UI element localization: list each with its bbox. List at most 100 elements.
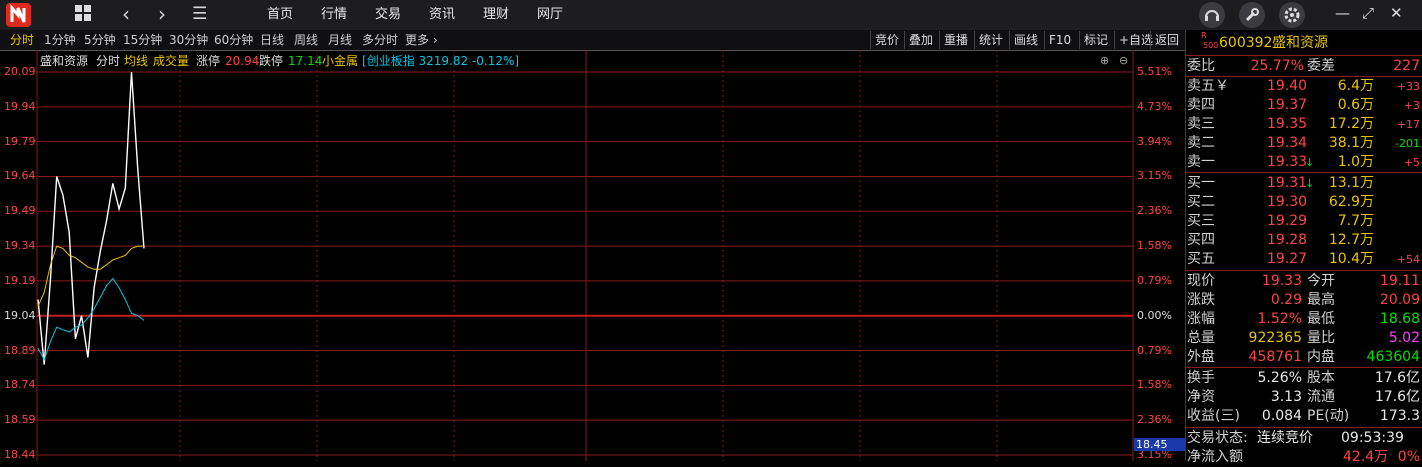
- nav-news[interactable]: 资讯: [429, 0, 455, 30]
- y-tick-label: 18.74: [4, 378, 36, 392]
- period-tab-fenshi[interactable]: 分时: [10, 30, 34, 50]
- level-price: 19.34: [1267, 135, 1308, 151]
- stat-value: 1.52%: [1257, 311, 1302, 327]
- divider: [1186, 270, 1422, 271]
- stat-label: 量比: [1307, 330, 1335, 346]
- period-tab-60min[interactable]: 60分钟: [214, 30, 253, 50]
- bid-row-1[interactable]: 买一 19.31 ↓ 13.1万: [1187, 174, 1422, 193]
- level-change: +3: [1403, 99, 1420, 112]
- nav-market[interactable]: 行情: [321, 0, 347, 30]
- app-logo: [6, 3, 31, 27]
- maximize-icon[interactable]: ⤢: [1362, 3, 1374, 23]
- avg-line-label: 均线: [124, 54, 149, 68]
- bid-row-2[interactable]: 买二 19.30 62.9万: [1187, 193, 1422, 212]
- period-tab-day[interactable]: 日线: [260, 30, 284, 50]
- level-price: 19.31: [1267, 175, 1308, 191]
- period-tab-more[interactable]: 更多 ›: [405, 30, 438, 50]
- stat-label: 涨幅: [1187, 311, 1215, 327]
- level-price: 19.29: [1267, 213, 1308, 229]
- intraday-chart[interactable]: [0, 50, 1185, 461]
- btn-auction[interactable]: 竞价: [870, 31, 903, 49]
- period-tab-15min[interactable]: 15分钟: [123, 30, 162, 50]
- level-price: 19.37: [1267, 97, 1308, 113]
- weicha-label: 委差: [1307, 58, 1335, 74]
- nav-hall[interactable]: 网厅: [537, 0, 563, 30]
- btn-replay[interactable]: 重播: [939, 31, 972, 49]
- period-tab-multi[interactable]: 多分时: [362, 30, 398, 50]
- period-tab-month[interactable]: 月线: [328, 30, 352, 50]
- stat-value: 0.29: [1270, 292, 1302, 308]
- stat-label: 流通: [1307, 389, 1335, 405]
- ask-row-3[interactable]: 卖三 19.35 17.2万 +17: [1187, 115, 1422, 134]
- forward-icon[interactable]: ›: [158, 4, 166, 24]
- pct-tick-label: 0.79%: [1137, 273, 1172, 287]
- btn-draw[interactable]: 画线: [1009, 31, 1042, 49]
- level-label: 卖二: [1187, 135, 1215, 151]
- top-bar: ‹ › ☰ 首页 行情 交易 资讯 理财 网厅 — ⤢ ✕: [0, 0, 1422, 30]
- zoom-out-icon[interactable]: ⊖: [1119, 52, 1128, 70]
- index-overlay-text: 创业板指 3219.82 -0.12%]: [366, 54, 520, 68]
- level-price: 19.27: [1267, 251, 1308, 267]
- nav-finance[interactable]: 理财: [483, 0, 509, 30]
- stat-value: 5.02: [1388, 330, 1420, 346]
- headset-icon[interactable]: [1199, 2, 1225, 28]
- level-price: 19.30: [1267, 194, 1308, 210]
- btn-mark[interactable]: 标记: [1079, 31, 1112, 49]
- y-tick-label: 19.64: [4, 169, 36, 183]
- hamburger-menu-icon[interactable]: ☰: [192, 4, 207, 24]
- ask-row-5[interactable]: 卖五￥ 19.40 6.4万 +33: [1187, 77, 1422, 96]
- pct-tick-label: 0.79%: [1137, 343, 1172, 357]
- chart-canvas: [36, 50, 1134, 461]
- ask-row-1[interactable]: 卖一 19.33 ↓ 1.0万 +5: [1187, 153, 1422, 172]
- cursor-price-tag: 18.45: [1134, 438, 1186, 451]
- stat-label: 最低: [1307, 311, 1335, 327]
- period-tab-week[interactable]: 周线: [294, 30, 318, 50]
- net-inflow-value: 42.4万: [1343, 449, 1389, 465]
- grid-menu-icon[interactable]: [74, 4, 92, 27]
- sector-label[interactable]: 小金属: [322, 52, 358, 70]
- stat-value: 18.68: [1379, 311, 1420, 327]
- period-tab-1min[interactable]: 1分钟: [44, 30, 76, 50]
- bid-row-4[interactable]: 买四 19.28 12.7万: [1187, 231, 1422, 250]
- nav-trade[interactable]: 交易: [375, 0, 401, 30]
- bid-row-5[interactable]: 买五 19.27 10.4万 +54: [1187, 250, 1422, 269]
- btn-return[interactable]: 返回: [1150, 31, 1183, 49]
- minimize-icon[interactable]: —: [1335, 3, 1350, 23]
- limit-up-value: 20.94: [225, 54, 260, 68]
- btn-f10[interactable]: F10: [1044, 31, 1075, 49]
- limit-up-label: 涨停: [196, 54, 221, 68]
- stat-label: 涨跌: [1187, 292, 1215, 308]
- stat-row: 净资 3.13 流通 17.6亿: [1187, 388, 1422, 407]
- back-icon[interactable]: ‹: [122, 4, 130, 24]
- level-volume: 62.9万: [1328, 194, 1374, 210]
- stat-label: 现价: [1187, 273, 1215, 289]
- stat-label: 内盘: [1307, 349, 1335, 365]
- zoom-in-icon[interactable]: ⊕: [1100, 52, 1109, 70]
- nav-home[interactable]: 首页: [267, 0, 293, 30]
- period-tab-30min[interactable]: 30分钟: [169, 30, 208, 50]
- volume-label: 成交量: [153, 54, 190, 68]
- close-icon[interactable]: ✕: [1390, 3, 1403, 23]
- level-volume: 13.1万: [1328, 175, 1374, 191]
- stat-label: 总量: [1187, 330, 1215, 346]
- stat-value: 17.6亿: [1374, 389, 1420, 405]
- wrench-icon[interactable]: [1239, 2, 1265, 28]
- btn-stats[interactable]: 统计: [974, 31, 1007, 49]
- stat-label: PE(动): [1307, 408, 1350, 424]
- pct-tick-label: 2.36%: [1137, 204, 1172, 218]
- y-tick-label: 19.04: [4, 308, 36, 322]
- stat-value: 19.33: [1261, 273, 1302, 289]
- level-price: 19.40: [1267, 78, 1308, 94]
- period-tab-5min[interactable]: 5分钟: [84, 30, 116, 50]
- stat-row: 总量 922365 量比 5.02: [1187, 329, 1422, 348]
- stat-label: 换手: [1187, 370, 1215, 386]
- bid-row-3[interactable]: 买三 19.29 7.7万: [1187, 212, 1422, 231]
- settings-gear-icon[interactable]: [1279, 2, 1305, 28]
- level-price: 19.35: [1267, 116, 1308, 132]
- btn-overlay[interactable]: 叠加: [904, 31, 937, 49]
- divider: [1186, 427, 1422, 428]
- ask-row-2[interactable]: 卖二 19.34 38.1万 -201: [1187, 134, 1422, 153]
- badge-r: R: [1201, 31, 1207, 40]
- ask-row-4[interactable]: 卖四 19.37 0.6万 +3: [1187, 96, 1422, 115]
- level-volume: 10.4万: [1328, 251, 1374, 267]
